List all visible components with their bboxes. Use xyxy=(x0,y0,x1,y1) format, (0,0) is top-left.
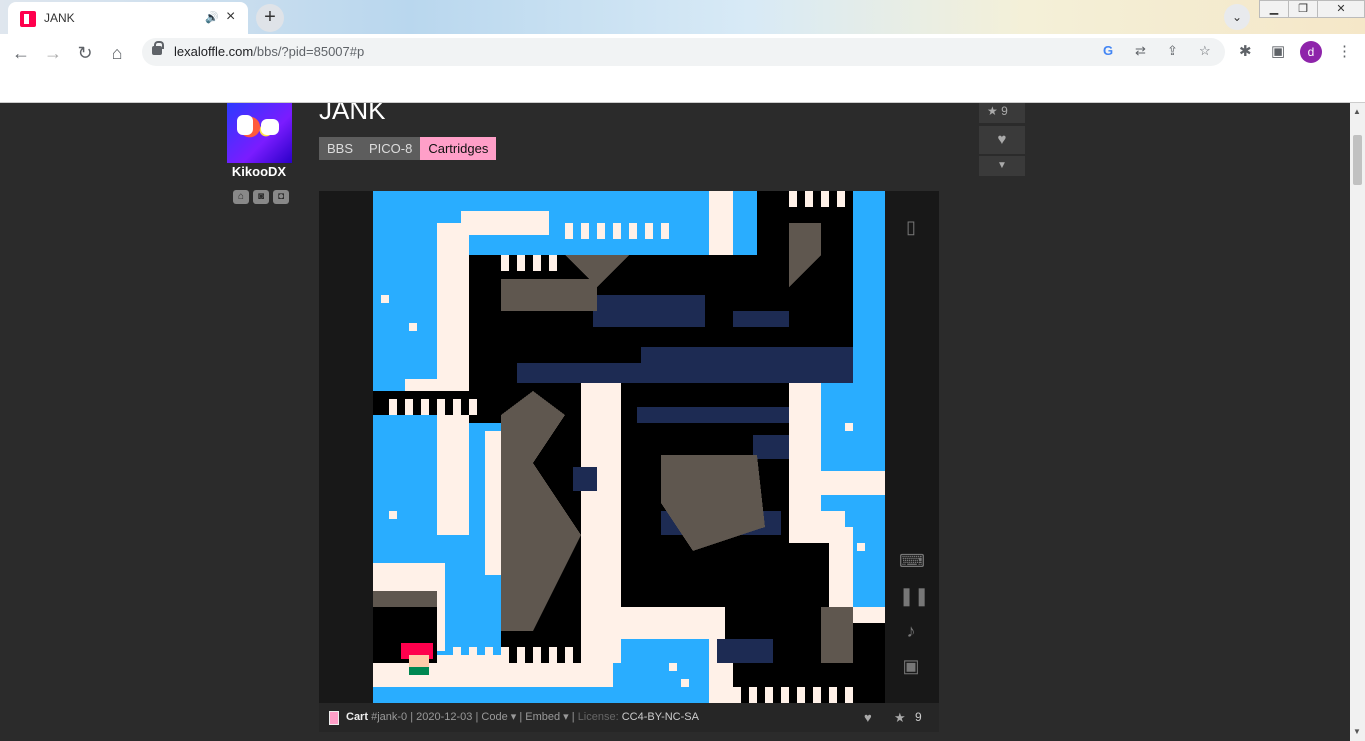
speaker-icon[interactable]: 🔊 xyxy=(205,11,219,24)
url-text[interactable]: lexaloffle.com/bbs/?pid=85007#p xyxy=(174,44,364,59)
avatar-character-icon xyxy=(261,119,279,135)
gamepad-icon[interactable]: ◙ xyxy=(253,190,269,204)
heart-icon[interactable]: ♥ xyxy=(864,703,872,732)
reload-icon[interactable]: ↻ xyxy=(72,40,98,66)
user-avatar[interactable] xyxy=(227,103,292,163)
address-bar[interactable]: lexaloffle.com/bbs/?pid=85007#p G ⇄ ⇪ ☆ xyxy=(142,38,1225,66)
fullscreen-icon[interactable]: ▣ xyxy=(899,654,923,678)
bookmark-star-icon[interactable]: ☆ xyxy=(1199,43,1211,59)
author-links: ⌂ ◙ ◘ xyxy=(233,186,293,204)
side-panel-icon[interactable]: ▣ xyxy=(1271,42,1285,60)
code-dropdown[interactable]: Code ▾ xyxy=(481,711,516,723)
cart-date: 2020-12-03 xyxy=(416,711,473,723)
minimize-button[interactable]: ▁ xyxy=(1259,0,1289,18)
cart-footer: Cart #jank-0 | 2020-12-03 | Code ▾ | Emb… xyxy=(319,703,939,732)
controller-icon[interactable]: ◘ xyxy=(273,190,289,204)
google-icon[interactable]: G xyxy=(1103,43,1113,58)
license-label: License: xyxy=(577,711,619,723)
cart-player[interactable]: ▯ ⌨ ❚❚ ♪ ▣ xyxy=(319,191,939,703)
game-screen[interactable] xyxy=(373,191,885,703)
cart-label-icon[interactable]: ▯ xyxy=(899,215,923,239)
browser-toolbar: ← → ↻ ⌂ lexaloffle.com/bbs/?pid=85007#p … xyxy=(0,34,1365,70)
pico8-favicon-icon xyxy=(20,11,36,27)
breadcrumb-cartridges[interactable]: Cartridges xyxy=(420,137,497,160)
back-arrow-icon[interactable]: ← xyxy=(8,40,34,66)
scroll-thumb[interactable] xyxy=(1353,135,1362,185)
license-link[interactable]: CC4-BY-NC-SA xyxy=(622,711,699,723)
forward-arrow-icon[interactable]: → xyxy=(40,40,66,66)
tab-title: JANK xyxy=(44,11,75,25)
star-count: ★ 9 xyxy=(979,103,1025,123)
heart-button[interactable]: ♥ xyxy=(979,126,1025,154)
sound-icon[interactable]: ♪ xyxy=(899,619,923,643)
footer-star-count: 9 xyxy=(915,710,922,724)
cart-icon xyxy=(329,711,339,725)
scroll-down-icon[interactable]: ▼ xyxy=(1353,727,1361,736)
breadcrumb-pico8[interactable]: PICO-8 xyxy=(361,137,421,160)
profile-avatar[interactable]: d xyxy=(1300,41,1322,63)
restore-button[interactable]: ❐ xyxy=(1288,0,1318,18)
expand-down-button[interactable]: ▼ xyxy=(979,156,1025,176)
tab-strip: JANK 🔊 × + ⌄ ▁ ❐ ✕ xyxy=(0,0,1365,34)
embed-dropdown[interactable]: Embed ▾ xyxy=(525,711,568,723)
cart-id[interactable]: #jank-0 xyxy=(371,711,407,723)
cart-label: Cart xyxy=(346,711,369,723)
pause-icon[interactable]: ❚❚ xyxy=(899,584,929,608)
cart-meta: Cart #jank-0 | 2020-12-03 | Code ▾ | Emb… xyxy=(346,711,699,723)
vote-panel: ★ 9 ♥ ▼ xyxy=(979,103,1025,176)
close-window-button[interactable]: ✕ xyxy=(1317,0,1365,18)
page-scrollbar[interactable]: ▲ ▼ xyxy=(1350,103,1365,741)
extensions-puzzle-icon[interactable]: ✱ xyxy=(1239,42,1252,60)
post-title: JANK xyxy=(319,103,386,125)
viewport-top-margin xyxy=(0,70,1365,103)
translate-icon[interactable]: ⇄ xyxy=(1135,43,1146,59)
chevron-down-icon[interactable]: ⌄ xyxy=(1224,4,1250,30)
scroll-up-icon[interactable]: ▲ xyxy=(1353,107,1361,116)
bbs-page: KikooDX ⌂ ◙ ◘ JANK BBS PICO-8 Cartridges ★… xyxy=(0,103,1350,741)
star-icon: ★ xyxy=(987,104,998,118)
browser-tab[interactable]: JANK 🔊 × xyxy=(8,2,248,34)
new-tab-button[interactable]: + xyxy=(256,4,284,32)
gamepad-icon[interactable]: ⌨ xyxy=(899,549,925,573)
breadcrumb: BBS PICO-8 Cartridges xyxy=(319,137,497,160)
game-level-image xyxy=(373,191,885,703)
star-icon[interactable]: ★ xyxy=(894,703,906,732)
lock-icon[interactable] xyxy=(152,41,164,55)
home-icon[interactable]: ⌂ xyxy=(104,40,130,66)
share-icon[interactable]: ⇪ xyxy=(1167,43,1178,59)
close-tab-icon[interactable]: × xyxy=(226,8,235,26)
avatar-character-icon xyxy=(237,115,253,135)
author-name[interactable]: KikooDX xyxy=(226,164,292,179)
home-icon[interactable]: ⌂ xyxy=(233,190,249,204)
breadcrumb-bbs[interactable]: BBS xyxy=(319,137,362,160)
menu-kebab-icon[interactable]: ⋮ xyxy=(1337,42,1352,60)
